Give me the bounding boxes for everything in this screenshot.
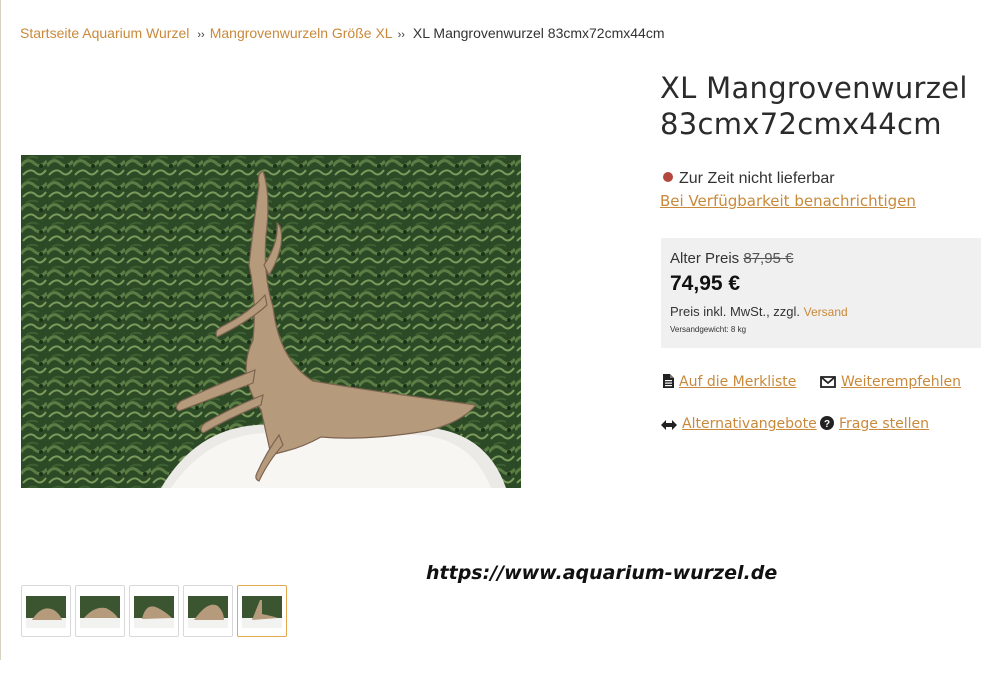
question-circle-icon: ? (820, 416, 834, 430)
envelope-icon (820, 376, 836, 388)
product-title: XL Mangrovenwurzel 83cmx72cmx44cm (660, 71, 968, 141)
breadcrumb-separator: ›› (197, 29, 205, 41)
tax-note-text: Preis inkl. MwSt., zzgl. (670, 304, 801, 319)
breadcrumb-home-link[interactable]: Startseite Aquarium Wurzel (20, 25, 189, 41)
thumbnail-4[interactable] (183, 585, 233, 637)
breadcrumb-category-link[interactable]: Mangrovenwurzeln Größe XL (210, 25, 393, 41)
old-price: Alter Preis 87,95 € (670, 250, 793, 267)
thumbnail-image (134, 596, 174, 628)
alternatives-button[interactable]: Alternativangebote (661, 416, 817, 432)
thumbnail-5-active[interactable] (237, 585, 287, 637)
page-left-border (0, 0, 1, 660)
shipping-weight: Versandgewicht: 8 kg (670, 325, 747, 334)
old-price-label: Alter Preis (670, 250, 740, 267)
recommend-label: Weiterempfehlen (841, 374, 962, 390)
svg-text:?: ? (824, 419, 830, 430)
arrows-left-right-icon (661, 420, 677, 430)
wishlist-label: Auf die Merkliste (679, 374, 797, 390)
thumbnail-1[interactable] (21, 585, 71, 637)
notify-availability-link[interactable]: Bei Verfügbarkeit benachrichtigen (660, 192, 916, 210)
alternatives-label: Alternativangebote (682, 416, 817, 432)
shipping-link[interactable]: Versand (804, 305, 848, 319)
question-label: Frage stellen (839, 416, 929, 432)
website-watermark: https://www.aquarium-wurzel.de (426, 562, 778, 584)
breadcrumb-separator: ›› (397, 29, 405, 41)
wishlist-button[interactable]: Auf die Merkliste (662, 374, 796, 390)
recommend-button[interactable]: Weiterempfehlen (820, 374, 961, 390)
tax-note: Preis inkl. MwSt., zzgl. Versand (670, 304, 848, 319)
breadcrumb-current: XL Mangrovenwurzel 83cmx72cmx44cm (412, 25, 665, 41)
thumbnail-image (80, 596, 120, 628)
availability-status: Zur Zeit nicht lieferbar (663, 170, 835, 188)
unavailable-dot-icon (663, 172, 673, 182)
price-box: Alter Preis 87,95 € 74,95 € Preis inkl. … (661, 238, 981, 348)
thumbnail-3[interactable] (129, 585, 179, 637)
document-icon (663, 374, 674, 388)
thumbnail-image (26, 596, 66, 628)
ask-question-button[interactable]: ? Frage stellen (820, 416, 929, 432)
breadcrumb: Startseite Aquarium Wurzel ›› Mangrovenwur… (20, 25, 665, 41)
old-price-value: 87,95 € (743, 250, 794, 267)
product-main-image[interactable] (21, 155, 521, 488)
current-price: 74,95 € (670, 272, 741, 295)
thumbnail-image (242, 596, 282, 628)
availability-text: Zur Zeit nicht lieferbar (679, 170, 835, 187)
thumbnail-2[interactable] (75, 585, 125, 637)
thumbnail-image (188, 596, 228, 628)
